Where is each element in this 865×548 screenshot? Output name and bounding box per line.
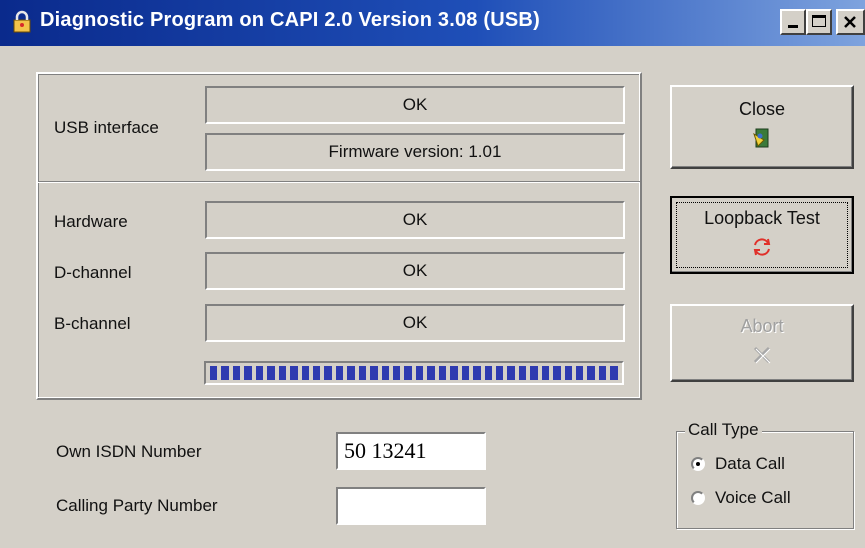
progress-block bbox=[393, 366, 401, 380]
progress-block bbox=[610, 366, 618, 380]
usb-status-field: OK bbox=[205, 86, 625, 124]
calling-party-number-input[interactable] bbox=[336, 487, 486, 525]
close-icon bbox=[844, 16, 856, 28]
loop-arrows-icon bbox=[753, 238, 771, 256]
progress-block bbox=[278, 366, 287, 380]
data-call-option[interactable]: Data Call bbox=[691, 454, 785, 474]
minimize-button[interactable] bbox=[780, 9, 806, 35]
title-bar[interactable]: Diagnostic Program on CAPI 2.0 Version 3… bbox=[0, 0, 865, 46]
data-call-radio[interactable] bbox=[691, 457, 705, 471]
b-channel-label: B-channel bbox=[54, 314, 131, 333]
progress-block bbox=[564, 366, 572, 380]
maximize-button[interactable] bbox=[806, 9, 832, 35]
calling-party-number-label: Calling Party Number bbox=[56, 496, 218, 515]
d-channel-label: D-channel bbox=[54, 263, 132, 282]
progress-block bbox=[461, 366, 470, 380]
progress-block bbox=[576, 366, 584, 380]
progress-block bbox=[290, 366, 298, 380]
progress-block bbox=[507, 366, 515, 380]
loopback-test-button[interactable]: Loopback Test bbox=[670, 196, 854, 274]
progress-block bbox=[541, 366, 550, 380]
close-button[interactable]: Close bbox=[670, 85, 854, 169]
progress-block bbox=[221, 366, 229, 380]
progress-block bbox=[324, 366, 332, 380]
progress-block bbox=[427, 366, 435, 380]
b-channel-status-field: OK bbox=[205, 304, 625, 342]
progress-block bbox=[358, 366, 367, 380]
firmware-version-field: Firmware version: 1.01 bbox=[205, 133, 625, 171]
close-window-button[interactable] bbox=[836, 9, 865, 35]
close-button-label: Close bbox=[738, 99, 786, 119]
progress-block bbox=[518, 366, 527, 380]
voice-call-radio[interactable] bbox=[691, 491, 705, 505]
progress-block bbox=[255, 366, 264, 380]
call-type-group: Call Type Data Call Voice Call bbox=[676, 420, 854, 529]
abort-button-label: Abort bbox=[740, 316, 784, 336]
progress-block bbox=[404, 366, 412, 380]
exit-door-icon bbox=[753, 128, 769, 148]
progress-block bbox=[587, 366, 595, 380]
hardware-status-field: OK bbox=[205, 201, 625, 239]
loopback-test-label: Loopback Test bbox=[704, 208, 820, 228]
maximize-icon bbox=[812, 15, 826, 27]
abort-button[interactable]: Abort bbox=[670, 304, 854, 382]
progress-block bbox=[484, 366, 492, 380]
progress-block bbox=[473, 366, 481, 380]
data-call-label: Data Call bbox=[715, 454, 785, 473]
progress-block bbox=[530, 366, 538, 380]
minimize-icon bbox=[788, 25, 798, 28]
voice-call-option[interactable]: Voice Call bbox=[691, 488, 791, 508]
progress-fill bbox=[210, 366, 618, 380]
progress-block bbox=[267, 366, 275, 380]
d-channel-status-field: OK bbox=[205, 252, 625, 290]
progress-block bbox=[381, 366, 389, 380]
abort-x-icon bbox=[753, 346, 771, 364]
progress-block bbox=[210, 366, 218, 380]
window-title: Diagnostic Program on CAPI 2.0 Version 3… bbox=[40, 9, 540, 31]
progress-block bbox=[370, 366, 378, 380]
progress-block bbox=[598, 366, 607, 380]
usb-interface-label: USB interface bbox=[54, 118, 159, 137]
panel-divider bbox=[38, 181, 640, 183]
own-isdn-number-label: Own ISDN Number bbox=[56, 442, 202, 461]
lock-icon bbox=[13, 10, 31, 33]
own-isdn-number-input[interactable] bbox=[336, 432, 486, 470]
progress-block bbox=[232, 366, 241, 380]
progress-block bbox=[335, 366, 344, 380]
progress-block bbox=[415, 366, 424, 380]
test-progress-bar bbox=[204, 361, 624, 385]
progress-block bbox=[301, 366, 309, 380]
progress-block bbox=[450, 366, 458, 380]
call-type-title: Call Type bbox=[685, 420, 762, 440]
hardware-label: Hardware bbox=[54, 212, 128, 231]
voice-call-label: Voice Call bbox=[715, 488, 791, 507]
progress-block bbox=[553, 366, 561, 380]
progress-block bbox=[495, 366, 504, 380]
progress-block bbox=[312, 366, 321, 380]
progress-block bbox=[244, 366, 252, 380]
progress-block bbox=[438, 366, 447, 380]
progress-block bbox=[347, 366, 355, 380]
